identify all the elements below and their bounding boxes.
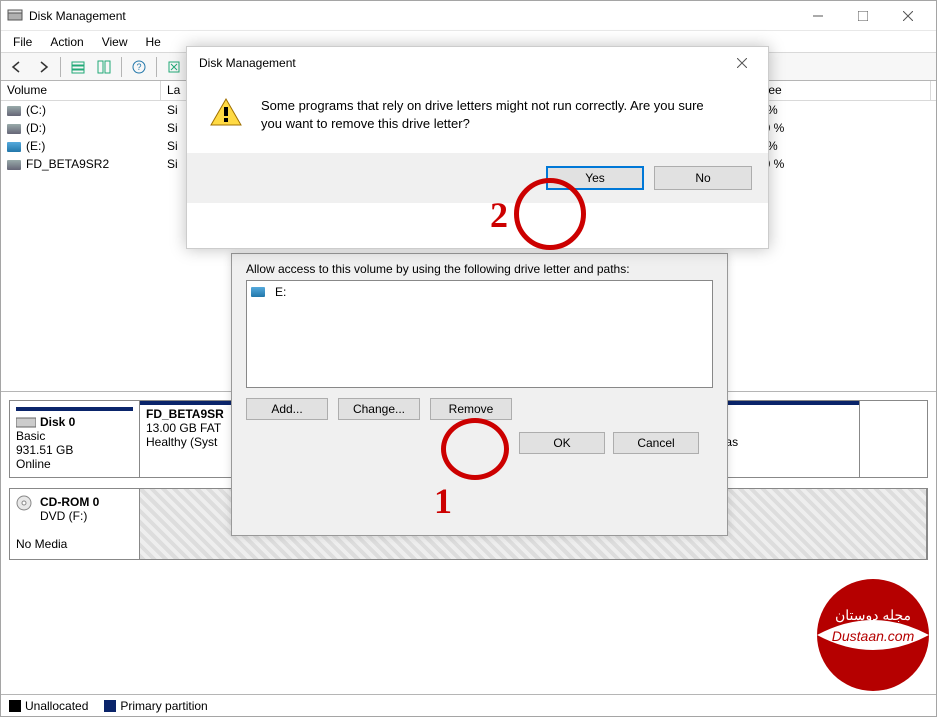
col-volume[interactable]: Volume: [1, 81, 161, 100]
disk0-title: Disk 0: [40, 415, 75, 429]
separator: [60, 57, 61, 77]
disk-icon: [16, 415, 36, 429]
change-button[interactable]: Change...: [338, 398, 420, 420]
watermark-badge: مجله دوستان Dustaan.com: [813, 575, 933, 695]
cdrom-icon: [16, 495, 36, 511]
yes-button[interactable]: Yes: [546, 166, 644, 190]
confirm-titlebar: Disk Management: [187, 47, 768, 79]
minimize-button[interactable]: [795, 2, 840, 30]
drive-letter-instruction: Allow access to this volume by using the…: [246, 262, 713, 276]
view-list-button[interactable]: [66, 56, 90, 78]
main-titlebar: Disk Management: [1, 1, 936, 31]
main-title: Disk Management: [29, 9, 795, 23]
menu-view[interactable]: View: [100, 33, 130, 51]
svg-text:?: ?: [136, 62, 141, 72]
forward-button[interactable]: [31, 56, 55, 78]
add-button[interactable]: Add...: [246, 398, 328, 420]
ok-button[interactable]: OK: [519, 432, 605, 454]
close-button[interactable]: [885, 2, 930, 30]
cdrom-label: CD-ROM 0 DVD (F:) No Media: [10, 489, 140, 559]
confirm-close-button[interactable]: [722, 49, 762, 77]
drive-icon: [251, 287, 265, 297]
svg-text:مجله دوستان: مجله دوستان: [835, 607, 911, 624]
disk0-status: Online: [16, 457, 51, 471]
menu-file[interactable]: File: [11, 33, 34, 51]
drive-letter-listbox[interactable]: E:: [246, 280, 713, 388]
view-graphical-button[interactable]: [92, 56, 116, 78]
legend-unallocated: Unallocated: [25, 699, 88, 713]
back-button[interactable]: [5, 56, 29, 78]
remove-button[interactable]: Remove: [430, 398, 512, 420]
legend-primary: Primary partition: [120, 699, 207, 713]
cancel-button[interactable]: Cancel: [613, 432, 699, 454]
window-buttons: [795, 2, 930, 30]
drive-letter-dialog: Allow access to this volume by using the…: [231, 253, 728, 536]
drive-letter-item-label: E:: [275, 285, 286, 299]
confirm-message: Some programs that rely on drive letters…: [261, 97, 711, 133]
help-button[interactable]: ?: [127, 56, 151, 78]
cdrom-status: No Media: [16, 537, 67, 551]
legend: Unallocated Primary partition: [1, 694, 936, 716]
refresh-button[interactable]: [162, 56, 186, 78]
cdrom-title: CD-ROM 0: [40, 495, 99, 509]
menu-action[interactable]: Action: [48, 33, 85, 51]
separator: [121, 57, 122, 77]
confirm-remove-dialog: Disk Management Some programs that rely …: [186, 46, 769, 249]
no-button[interactable]: No: [654, 166, 752, 190]
svg-text:Dustaan.com: Dustaan.com: [832, 628, 915, 644]
disk0-size: 931.51 GB: [16, 443, 73, 457]
separator: [156, 57, 157, 77]
disk0-type: Basic: [16, 429, 45, 443]
disk0-label: Disk 0 Basic 931.51 GB Online: [10, 401, 140, 477]
maximize-button[interactable]: [840, 2, 885, 30]
list-item[interactable]: E:: [251, 285, 708, 299]
cdrom-type: DVD (F:): [40, 509, 87, 523]
col-free[interactable]: Free: [751, 81, 931, 100]
warning-icon: [209, 97, 243, 127]
menu-help[interactable]: He: [144, 33, 163, 51]
app-icon: [7, 8, 23, 24]
confirm-title: Disk Management: [193, 56, 722, 70]
